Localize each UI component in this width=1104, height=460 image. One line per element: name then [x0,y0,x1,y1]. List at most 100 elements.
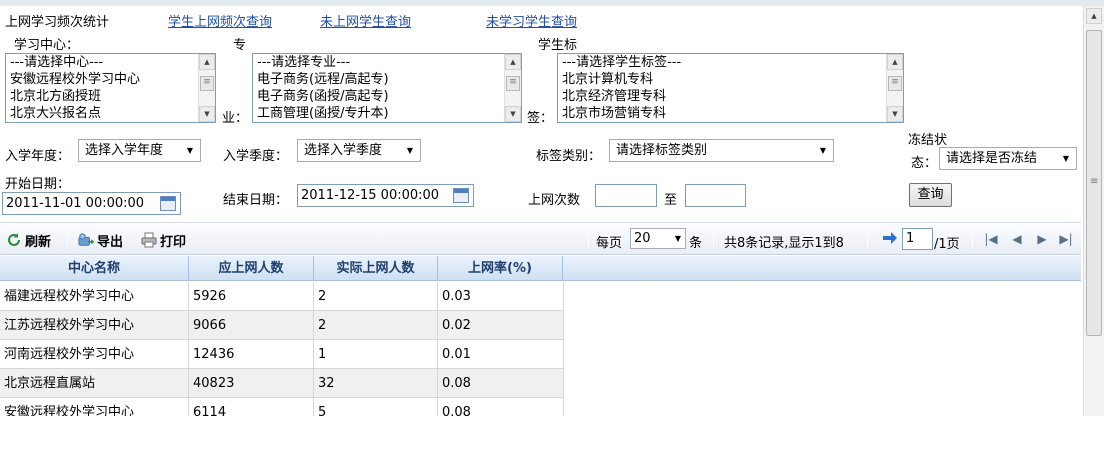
start-date-input[interactable]: 2011-11-01 00:00:00 [2,192,181,215]
cell-expected: 5926 [189,282,314,311]
chevron-down-icon: ▼ [674,234,681,243]
next-page-icon[interactable]: ▶ [1035,232,1049,246]
center-listbox-scrollbar[interactable]: ▲ ≡ ▼ [198,54,215,122]
tagtype-select-value: 请选择标签类别 [616,143,708,158]
major-option[interactable]: 工商管理(函授/专升本) [253,105,521,122]
table-row[interactable]: 江苏远程校外学习中心 9066 2 0.02 [0,311,564,340]
scroll-up-icon[interactable]: ▲ [505,54,521,70]
calendar-icon[interactable] [160,196,176,211]
major-option[interactable]: ---请选择专业--- [253,54,521,71]
center-option[interactable]: 北京北方函授班 [6,88,215,105]
tag-label-bottom: 签： [527,111,554,126]
count-to-input[interactable] [685,184,746,207]
tagtype-select[interactable]: 请选择标签类别 ▼ [609,139,834,162]
end-date-input[interactable]: 2011-12-15 00:00:00 [297,184,474,207]
cell-center: 福建远程校外学习中心 [0,282,189,311]
cell-center: 北京远程直属站 [0,369,189,398]
per-page-select[interactable]: 20 ▼ [630,228,686,249]
cell-expected: 12436 [189,340,314,369]
query-button[interactable]: 查询 [909,183,952,207]
per-page-unit: 条 [689,236,703,251]
toolbar-divider [67,230,68,249]
toolbar-divider [972,230,973,249]
scroll-up-icon[interactable]: ▲ [887,54,903,70]
grid-header: 中心名称 应上网人数 实际上网人数 上网率(%) [0,256,1081,281]
refresh-label: 刷新 [25,234,52,250]
chevron-down-icon: ▼ [406,146,413,155]
scroll-down-icon[interactable]: ▼ [505,106,521,122]
toolbar-divider [867,230,868,249]
cell-center: 河南远程校外学习中心 [0,340,189,369]
major-label-bottom: 业： [222,111,249,126]
center-option[interactable]: ---请选择中心--- [6,54,215,71]
cell-expected: 40823 [189,369,314,398]
major-listbox-scrollbar[interactable]: ▲ ≡ ▼ [504,54,521,122]
grid-toolbar: 刷新 导出 打印 每页 20 ▼ 条 共8条记录,显示1到8 1 /1页 |◀ … [0,222,1081,255]
calendar-icon[interactable] [453,188,469,203]
scroll-thumb[interactable]: ≡ [888,76,902,91]
tag-option[interactable]: 北京计算机专科 [558,71,903,88]
refresh-icon [6,232,22,248]
tag-option[interactable]: ---请选择学生标签--- [558,54,903,71]
toolbar-divider [588,230,589,249]
scroll-thumb[interactable]: ≡ [200,76,214,91]
scroll-thumb[interactable]: ≡ [1086,30,1102,336]
prev-page-icon[interactable]: ◀ [1010,232,1024,246]
cell-rate: 0.01 [438,340,564,369]
last-page-icon[interactable]: ▶| [1059,232,1073,246]
table-row[interactable]: 北京远程直属站 40823 32 0.08 [0,369,564,398]
freeze-label-top: 冻结状 [908,133,948,148]
count-from-input[interactable] [595,184,657,207]
cell-actual: 32 [314,369,438,398]
tag-option[interactable]: 北京经济管理专科 [558,88,903,105]
scroll-up-icon[interactable]: ▲ [1086,8,1102,24]
major-option[interactable]: 电子商务(函授/高起专) [253,88,521,105]
column-header-center[interactable]: 中心名称 [0,256,189,281]
student-frequency-link[interactable]: 学生上网频次查询 [168,11,272,30]
season-select-value: 选择入学季度 [304,143,383,158]
major-label-top: 专 [233,38,247,53]
first-page-icon[interactable]: |◀ [984,232,998,246]
table-row[interactable]: 河南远程校外学习中心 12436 1 0.01 [0,340,564,369]
center-option[interactable]: 安徽远程校外学习中心 [6,71,215,88]
tag-option[interactable]: 北京市场营销专科 [558,105,903,122]
export-icon [78,232,94,248]
tag-listbox[interactable]: ---请选择学生标签--- 北京计算机专科 北京经济管理专科 北京市场营销专科 … [557,53,904,123]
start-date-value: 2011-11-01 00:00:00 [6,196,145,211]
year-select[interactable]: 选择入学年度 ▼ [78,139,201,162]
season-select[interactable]: 选择入学季度 ▼ [297,139,421,162]
print-icon [141,232,157,248]
scroll-thumb[interactable]: ≡ [506,76,520,91]
center-listbox[interactable]: ---请选择中心--- 安徽远程校外学习中心 北京北方函授班 北京大兴报名点 ▲… [5,53,216,123]
scroll-down-icon[interactable]: ▼ [199,106,215,122]
export-button[interactable]: 导出 [78,230,123,250]
record-info: 共8条记录,显示1到8 [724,236,844,251]
major-listbox[interactable]: ---请选择专业--- 电子商务(远程/高起专) 电子商务(函授/高起专) 工商… [252,53,522,123]
count-label: 上网次数 [528,193,581,208]
column-header-rate[interactable]: 上网率(%) [438,256,563,281]
cell-actual: 2 [314,311,438,340]
count-to-label: 至 [664,193,678,208]
page-scrollbar[interactable]: ▲ ≡ [1083,6,1104,416]
end-date-value: 2011-12-15 00:00:00 [301,188,440,203]
column-header-expected[interactable]: 应上网人数 [189,256,314,281]
per-page-label: 每页 [596,236,623,251]
freeze-select[interactable]: 请选择是否冻结 ▼ [939,147,1077,170]
table-row[interactable]: 福建远程校外学习中心 5926 2 0.03 [0,282,564,311]
grip-icon: ≡ [1090,176,1099,187]
print-label: 打印 [160,234,187,250]
page-input[interactable]: 1 [902,228,933,250]
freeze-label-bottom: 态： [911,156,938,171]
arrow-right-icon[interactable] [882,230,898,246]
freeze-select-value: 请选择是否冻结 [946,151,1038,166]
not-online-students-link[interactable]: 未上网学生查询 [320,11,411,30]
scroll-up-icon[interactable]: ▲ [199,54,215,70]
not-studying-students-link[interactable]: 未学习学生查询 [486,11,577,30]
center-option[interactable]: 北京大兴报名点 [6,105,215,122]
tag-listbox-scrollbar[interactable]: ▲ ≡ ▼ [886,54,903,122]
refresh-button[interactable]: 刷新 [6,230,51,250]
column-header-actual[interactable]: 实际上网人数 [314,256,438,281]
print-button[interactable]: 打印 [141,230,186,250]
major-option[interactable]: 电子商务(远程/高起专) [253,71,521,88]
scroll-down-icon[interactable]: ▼ [887,106,903,122]
